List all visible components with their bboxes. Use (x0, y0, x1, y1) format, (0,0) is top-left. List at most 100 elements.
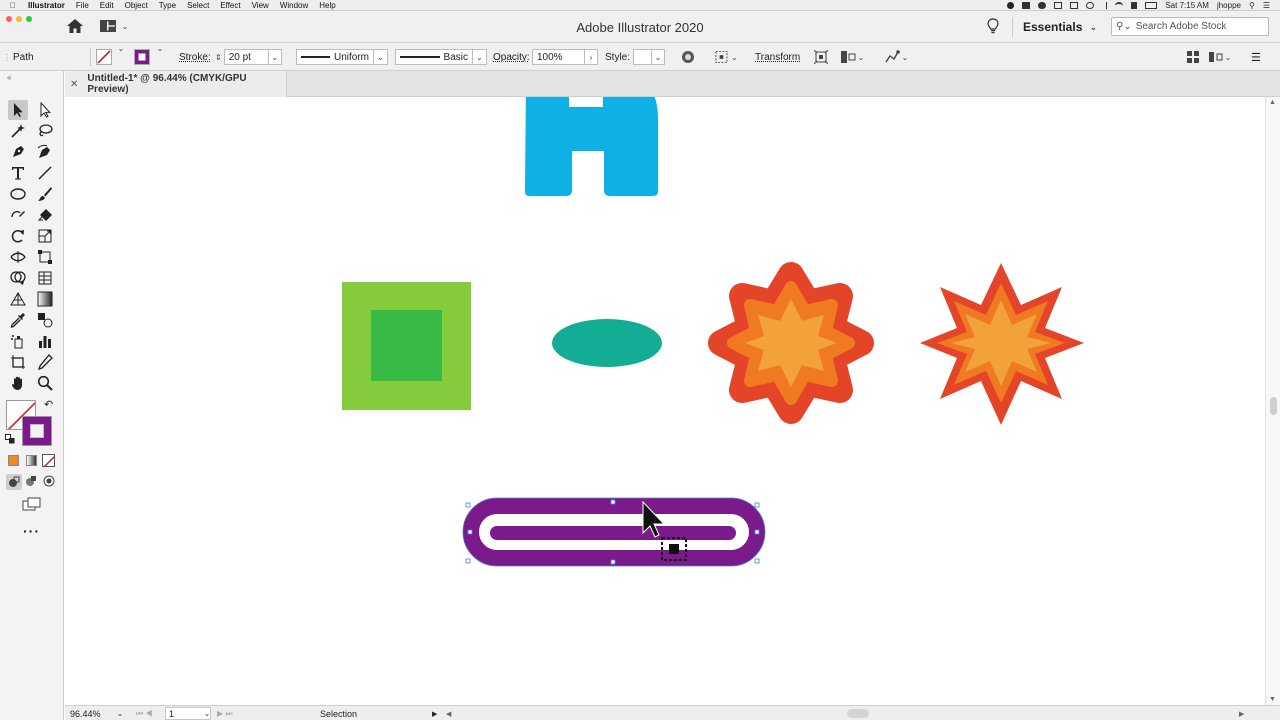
display-icon[interactable] (1070, 2, 1079, 9)
rotate-tool[interactable] (8, 226, 28, 246)
record-icon[interactable] (1007, 2, 1015, 9)
horizontal-scroll-thumb[interactable] (847, 709, 869, 718)
green-inner-square[interactable] (371, 310, 442, 381)
artboard-canvas[interactable] (65, 97, 1265, 705)
menu-type[interactable]: Type (159, 1, 176, 10)
shape-builder-tool[interactable] (8, 268, 28, 288)
share-icon[interactable] (1054, 2, 1063, 9)
perspective-grid-tool[interactable] (8, 289, 28, 309)
teal-ellipse[interactable] (552, 319, 662, 367)
search-stock-field[interactable]: ⚲⌄ Search Adobe Stock (1111, 17, 1269, 36)
artboard-chevron-icon[interactable]: ⌄ (202, 708, 212, 718)
rounded-starburst[interactable] (708, 262, 874, 424)
shaper-tool[interactable] (8, 205, 28, 225)
slice-tool[interactable] (35, 352, 55, 372)
battery-icon[interactable] (1145, 2, 1158, 9)
stepper-icon[interactable]: ⇕ (215, 53, 222, 62)
workspace-switcher[interactable]: Essentials ⌄ (1012, 17, 1098, 37)
clock[interactable]: Sat 7:15 AM (1165, 1, 1209, 10)
opacity-field[interactable]: 100% › (532, 43, 598, 71)
artboard-tool[interactable] (8, 352, 28, 372)
distribute-icon[interactable]: ⌄ (1209, 43, 1235, 71)
isolate-selection-icon[interactable] (814, 43, 830, 71)
opacity-arrow-icon[interactable]: › (584, 49, 598, 65)
spotlight-icon[interactable]: ⚲ (1249, 1, 1255, 10)
cloud-icon[interactable] (1038, 2, 1047, 9)
screen-mode-icon[interactable] (22, 497, 42, 511)
menu-edit[interactable]: Edit (100, 1, 114, 10)
curvature-tool[interactable] (35, 142, 55, 162)
recolor-artwork-icon[interactable] (681, 43, 697, 71)
direct-selection-tool[interactable] (35, 100, 55, 120)
blend-tool[interactable] (35, 310, 55, 330)
menu-app-name[interactable]: Illustrator (28, 1, 65, 10)
zoom-chevron-icon[interactable]: ⌄ (115, 708, 125, 718)
blue-letter-shape[interactable] (525, 97, 658, 196)
profile-chevron-icon[interactable]: ⌄ (374, 49, 388, 65)
scroll-down-arrow-icon[interactable]: ▼ (1269, 696, 1276, 703)
transform-link[interactable]: Transform (755, 43, 800, 71)
magic-wand-tool[interactable] (8, 121, 28, 141)
dropbox-icon[interactable] (1022, 2, 1031, 9)
status-menu-arrow-icon[interactable]: ▶ (432, 706, 437, 720)
notification-icon[interactable]: ☰ (1263, 1, 1270, 10)
user-name[interactable]: jhoppe (1217, 1, 1241, 10)
first-artboard-icon[interactable]: ⏮ ◀ (136, 706, 153, 720)
bluetooth-icon[interactable] (1102, 2, 1108, 9)
gradient-tool[interactable] (35, 289, 55, 309)
fill-swatch-none[interactable] (96, 43, 114, 71)
menu-help[interactable]: Help (319, 1, 335, 10)
stroke-weight-chevron-icon[interactable]: ⌄ (267, 49, 282, 65)
scroll-right-arrow-icon[interactable]: ▶ (1239, 706, 1244, 720)
align-options-icon[interactable]: ⌄ (715, 43, 739, 71)
menu-window[interactable]: Window (280, 1, 308, 10)
close-tab-icon[interactable]: ✕ (70, 79, 78, 90)
current-tool-label[interactable]: Selection (320, 706, 357, 720)
default-fill-stroke-icon[interactable] (5, 434, 15, 444)
eraser-tool[interactable] (35, 205, 55, 225)
stroke-weight-field[interactable]: ⇕ 20 pt ⌄ (215, 43, 289, 71)
control-bar-grip[interactable]: ⋮ (3, 43, 11, 71)
type-tool[interactable] (8, 163, 28, 183)
variable-width-profile[interactable]: Uniform ⌄ (296, 43, 388, 71)
line-segment-tool[interactable] (35, 163, 55, 183)
collapse-panel-icon[interactable]: « (7, 73, 11, 82)
document-tab[interactable]: ✕ Untitled-1* @ 96.44% (CMYK/GPU Preview… (65, 71, 287, 97)
pen-tool[interactable] (8, 142, 28, 162)
lasso-tool[interactable] (35, 121, 55, 141)
vertical-scroll-thumb[interactable] (1270, 397, 1277, 415)
menu-file[interactable]: File (76, 1, 89, 10)
selected-path[interactable] (462, 497, 766, 567)
menu-select[interactable]: Select (187, 1, 209, 10)
pointed-starburst[interactable] (920, 263, 1084, 425)
stroke-weight-input[interactable]: 20 pt (223, 49, 268, 65)
puppet-warp-icon[interactable]: ⌄ (884, 43, 916, 71)
none-mode-button[interactable] (42, 454, 55, 467)
menu-effect[interactable]: Effect (220, 1, 240, 10)
draw-inside-icon[interactable] (43, 475, 57, 489)
opacity-input[interactable]: 100% (532, 49, 584, 65)
vertical-scrollbar[interactable]: ▲ ▼ (1265, 97, 1280, 705)
menu-view[interactable]: View (252, 1, 269, 10)
draw-behind-icon[interactable] (25, 475, 39, 489)
selection-tool[interactable] (8, 100, 28, 120)
fill-dropdown-chevron-icon[interactable]: ⌄ (116, 43, 126, 53)
width-tool[interactable] (8, 247, 28, 267)
paintbrush-tool[interactable] (35, 184, 55, 204)
graphic-style-swatch[interactable] (633, 49, 651, 65)
ellipse-tool[interactable] (8, 184, 28, 204)
opacity-label[interactable]: Opacity: (493, 43, 530, 71)
column-graph-tool[interactable] (35, 331, 55, 351)
scroll-left-arrow-icon[interactable]: ◀ (446, 706, 451, 720)
draw-normal-icon[interactable] (6, 474, 22, 490)
stroke-color-swatch[interactable] (22, 416, 52, 446)
time-machine-icon[interactable] (1086, 2, 1095, 9)
apple-icon[interactable]:  (10, 1, 22, 10)
symbol-sprayer-tool[interactable] (8, 331, 28, 351)
lightbulb-icon[interactable] (987, 18, 999, 34)
arrange-panel-icon[interactable] (1187, 43, 1201, 71)
scroll-up-arrow-icon[interactable]: ▲ (1269, 99, 1276, 106)
menu-object[interactable]: Object (125, 1, 148, 10)
stroke-label[interactable]: Stroke: (179, 43, 211, 71)
next-artboard-icon[interactable]: ▶ ⏭ (217, 706, 233, 720)
